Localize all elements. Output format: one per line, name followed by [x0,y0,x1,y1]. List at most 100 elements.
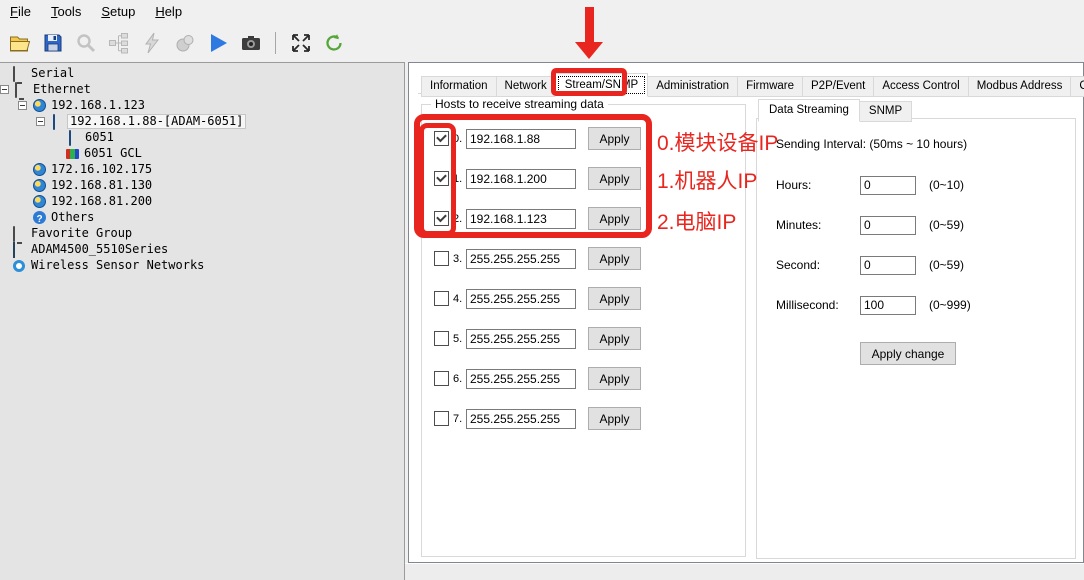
tree-item-label: 192.168.81.200 [49,195,154,208]
apply-button-2[interactable]: Apply [588,207,641,230]
apply-button-1[interactable]: Apply [588,167,641,190]
gcl-icon [66,149,79,159]
tree-item-label: 6051 GCL [82,147,144,160]
apply-change-button[interactable]: Apply change [860,342,956,365]
tree-item-6051[interactable]: 6051 [0,130,404,146]
tree-item-label: 192.168.1.88-[ADAM-6051] [67,114,246,129]
sub-tab-data-streaming[interactable]: Data Streaming [758,99,860,122]
field-label: Hours: [776,178,860,192]
tree-item-172-16-102-175[interactable]: 172.16.102.175 [0,162,404,178]
expander-minus-icon[interactable] [18,101,27,110]
expander-minus-icon[interactable] [36,117,45,126]
tab-network[interactable]: Network [496,76,556,97]
stream-icon [171,30,198,57]
field-range-label: (0~999) [929,298,971,312]
expander-minus-icon[interactable] [0,85,9,94]
hours-input[interactable] [860,176,916,195]
expand-icon[interactable] [287,30,314,57]
menu-tools[interactable]: Tools [41,0,91,24]
menu-setup[interactable]: Setup [91,0,145,24]
field-range-label: (0~10) [929,178,964,192]
tree-item-192-168-81-130[interactable]: 192.168.81.130 [0,178,404,194]
tree-item-192-168-1-123[interactable]: 192.168.1.123 [0,98,404,114]
hosts-groupbox-title: Hosts to receive streaming data [431,97,608,111]
millisecond-input[interactable] [860,296,916,315]
host-index-label: 1. [453,173,466,185]
save-icon[interactable] [39,30,66,57]
host-index-label: 2. [453,213,466,225]
field-range-label: (0~59) [929,258,964,272]
host-ip-input-4[interactable] [466,289,576,309]
sub-tab-snmp[interactable]: SNMP [859,101,912,122]
host-checkbox-5[interactable] [434,331,449,346]
host-checkbox-0[interactable] [434,131,449,146]
apply-button-4[interactable]: Apply [588,287,641,310]
tree-item-wireless-sensor-networks[interactable]: Wireless Sensor Networks [0,258,404,274]
host-ip-input-3[interactable] [466,249,576,269]
tree-item-adam4500-5510series[interactable]: ADAM4500_5510Series [0,242,404,258]
tree-item-label: Others [49,211,96,224]
refresh-icon[interactable] [320,30,347,57]
stream-sub-tab-bar: Data StreamingSNMP [758,99,912,122]
host-ip-input-0[interactable] [466,129,576,149]
module-icon [69,130,71,146]
field-range-label: (0~59) [929,218,964,232]
tree-item-6051-gcl[interactable]: 6051 GCL [0,146,404,162]
tree-item-192-168-1-88-adam-6051[interactable]: 192.168.1.88-[ADAM-6051] [0,114,404,130]
tab-cloud[interactable]: Cloud [1070,76,1084,97]
host-checkbox-6[interactable] [434,371,449,386]
host-ip-input-2[interactable] [466,209,576,229]
menu-file[interactable]: File [0,0,41,24]
host-ip-input-1[interactable] [466,169,576,189]
tab-stream-snmp[interactable]: Stream/SNMP [555,73,649,97]
apply-button-7[interactable]: Apply [588,407,641,430]
host-checkbox-3[interactable] [434,251,449,266]
tab-p2p-event[interactable]: P2P/Event [802,76,874,97]
tree-item-192-168-81-200[interactable]: 192.168.81.200 [0,194,404,210]
host-checkbox-4[interactable] [434,291,449,306]
hosts-groupbox: Hosts to receive streaming data 0.Apply1… [421,104,746,557]
host-index-label: 0. [453,133,466,145]
host-row-0: 0. Apply [434,127,641,150]
apply-button-3[interactable]: Apply [588,247,641,270]
host-index-label: 3. [453,253,466,265]
field-label: Millisecond: [776,298,860,312]
tab-modbus-address[interactable]: Modbus Address [968,76,1072,97]
tab-information[interactable]: Information [421,76,497,97]
apply-button-6[interactable]: Apply [588,367,641,390]
tab-administration[interactable]: Administration [647,76,738,97]
camera-icon[interactable] [237,30,264,57]
second-input[interactable] [860,256,916,275]
host-list: 0.Apply1.Apply2.Apply3.Apply4.Apply5.App… [434,127,641,430]
host-checkbox-1[interactable] [434,171,449,186]
tab-firmware[interactable]: Firmware [737,76,803,97]
tree-item-serial[interactable]: Serial [0,66,404,82]
tree-item-label: Favorite Group [29,227,134,240]
tree-item-ethernet[interactable]: Ethernet [0,82,404,98]
tree-item-label: Wireless Sensor Networks [29,259,206,272]
menu-help[interactable]: Help [145,0,192,24]
tree-item-favorite-group[interactable]: Favorite Group [0,226,404,242]
ethernet-monitor-icon [15,82,17,98]
tree-item-label: 172.16.102.175 [49,163,154,176]
module-icon [53,114,55,130]
host-checkbox-7[interactable] [434,411,449,426]
tab-access-control[interactable]: Access Control [873,76,968,97]
globe-icon [33,195,46,208]
field-label: Minutes: [776,218,860,232]
host-ip-input-6[interactable] [466,369,576,389]
host-row-2: 2. Apply [434,207,641,230]
host-ip-input-5[interactable] [466,329,576,349]
minutes-input[interactable] [860,216,916,235]
apply-button-5[interactable]: Apply [588,327,641,350]
main-panel: InformationNetworkStream/SNMPAdministrat… [408,62,1084,563]
open-folder-icon[interactable] [6,30,33,57]
field-label: Second: [776,258,860,272]
play-icon[interactable] [204,30,231,57]
host-index-label: 6. [453,373,466,385]
tree-item-others[interactable]: Others [0,210,404,226]
host-checkbox-2[interactable] [434,211,449,226]
host-ip-input-7[interactable] [466,409,576,429]
apply-button-0[interactable]: Apply [588,127,641,150]
interval-fields: Hours: (0~10) Minutes: (0~59) Second: (0~59) M… [776,175,971,315]
